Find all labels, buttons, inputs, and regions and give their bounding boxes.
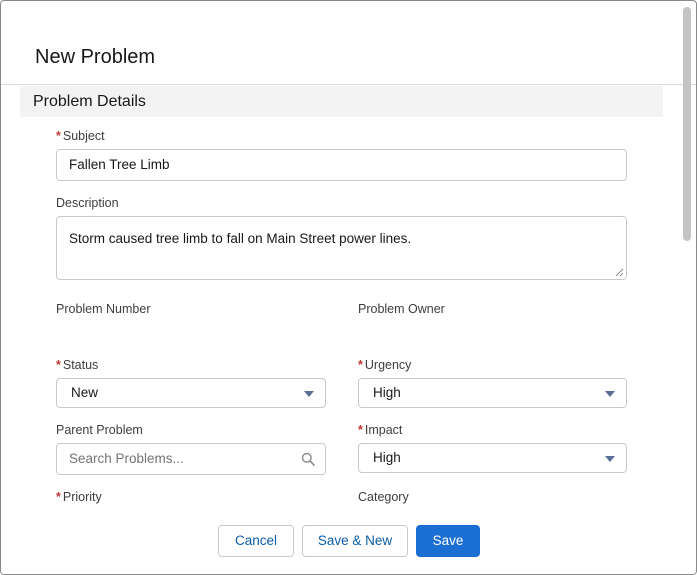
search-icon[interactable]	[301, 452, 315, 466]
subject-label: * Subject	[56, 128, 105, 144]
required-asterisk: *	[358, 423, 363, 437]
impact-value: High	[373, 450, 401, 465]
save-button[interactable]: Save	[416, 525, 480, 557]
impact-label-text: Impact	[364, 423, 403, 437]
priority-label: * Priority	[56, 489, 102, 505]
problem-number-label: Problem Number	[56, 302, 151, 316]
category-label: Category	[358, 490, 409, 504]
required-asterisk: *	[56, 490, 61, 504]
status-select[interactable]: New	[56, 378, 326, 408]
chevron-down-icon	[605, 456, 615, 462]
urgency-value: High	[373, 385, 401, 400]
urgency-label: * Urgency	[358, 357, 411, 373]
chevron-down-icon	[304, 391, 314, 397]
section-header[interactable]: Problem Details	[20, 86, 663, 117]
subject-label-text: Subject	[62, 129, 105, 143]
description-textarea[interactable]: Storm caused tree limb to fall on Main S…	[56, 216, 627, 280]
status-value: New	[71, 385, 99, 400]
priority-label-text: Priority	[62, 490, 102, 504]
cancel-button[interactable]: Cancel	[218, 525, 294, 557]
impact-select[interactable]: High	[358, 443, 627, 473]
required-asterisk: *	[56, 129, 61, 143]
modal-footer: Cancel Save & New Save	[1, 511, 696, 574]
resize-handle-icon[interactable]	[615, 268, 624, 277]
modal-header: New Problem	[1, 1, 696, 85]
required-asterisk: *	[56, 358, 61, 372]
new-problem-modal: New Problem Problem Details * Subject Fal…	[0, 0, 697, 575]
section-title: Problem Details	[33, 93, 146, 110]
parent-problem-placeholder: Search Problems...	[69, 451, 184, 466]
status-label: * Status	[56, 357, 98, 373]
urgency-label-text: Urgency	[364, 358, 412, 372]
description-label: Description	[56, 196, 119, 210]
subject-input[interactable]: Fallen Tree Limb	[56, 149, 627, 181]
parent-problem-search-input[interactable]: Search Problems...	[56, 443, 326, 475]
chevron-down-icon	[605, 391, 615, 397]
parent-problem-label: Parent Problem	[56, 423, 143, 437]
impact-label: * Impact	[358, 422, 402, 438]
page-title: New Problem	[35, 46, 156, 68]
required-asterisk: *	[358, 358, 363, 372]
save-and-new-button[interactable]: Save & New	[302, 525, 408, 557]
problem-owner-label: Problem Owner	[358, 302, 445, 316]
description-value: Storm caused tree limb to fall on Main S…	[69, 231, 412, 246]
subject-value: Fallen Tree Limb	[69, 157, 170, 172]
status-label-text: Status	[62, 358, 99, 372]
scrollbar-thumb[interactable]	[683, 7, 691, 241]
urgency-select[interactable]: High	[358, 378, 627, 408]
